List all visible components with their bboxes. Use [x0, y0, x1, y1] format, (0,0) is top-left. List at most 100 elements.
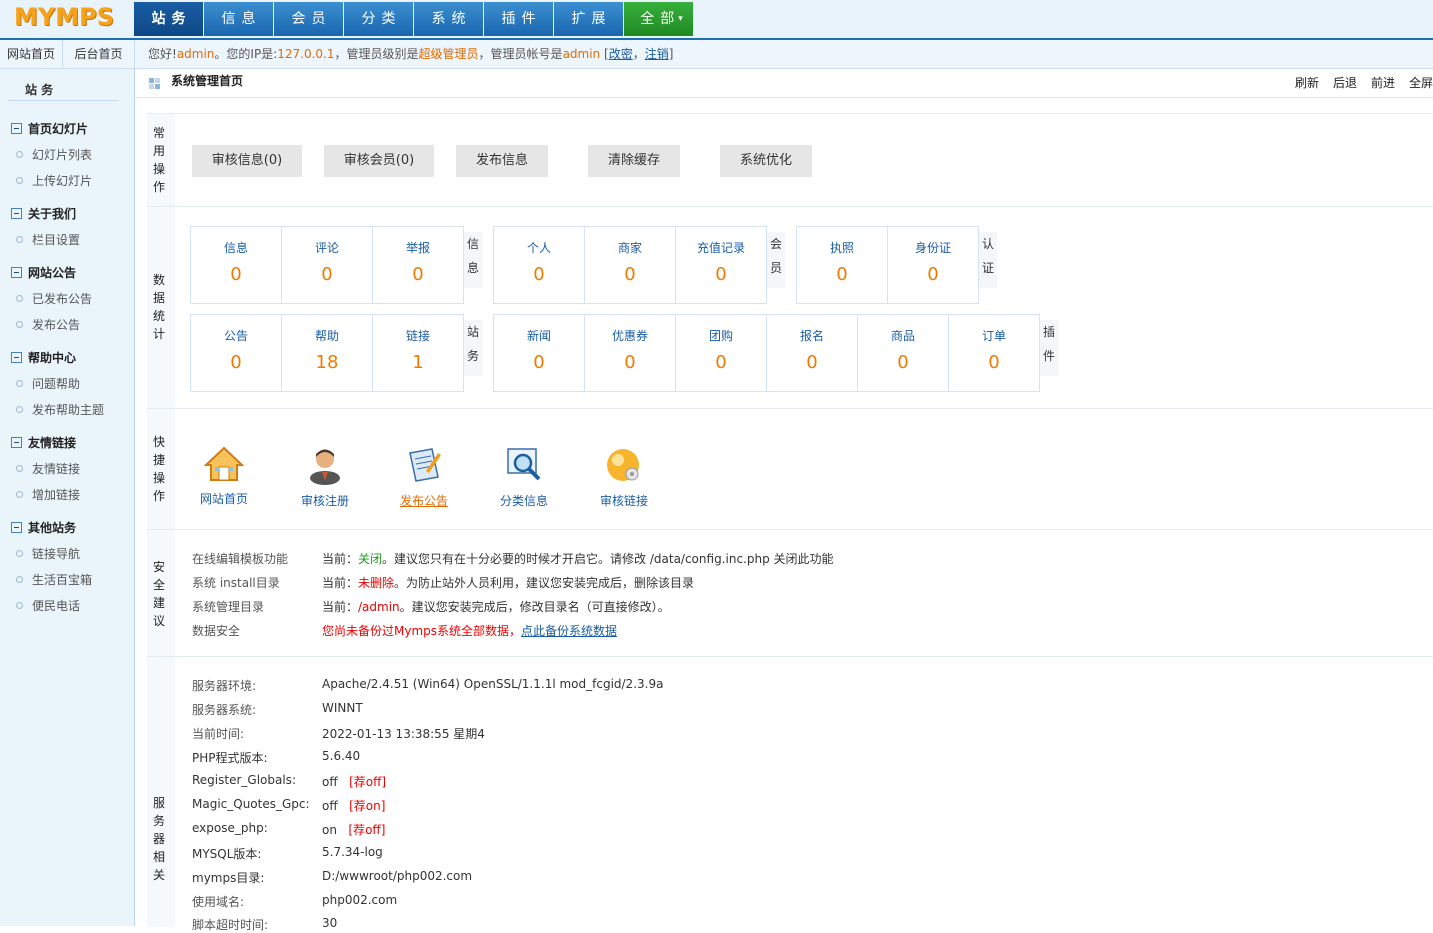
- common-ops-section: 常用操作 审核信息(0) 审核会员(0) 发布信息 清除缓存 系统优化: [147, 113, 1433, 207]
- section-label: 安全建议: [147, 530, 175, 657]
- sidebar-item-publish-help[interactable]: 发布帮助主题: [16, 401, 104, 418]
- publish-info-button[interactable]: 发布信息: [456, 145, 548, 177]
- back-button[interactable]: 后退: [1333, 76, 1357, 90]
- stat-cell[interactable]: 信息 0: [191, 227, 282, 303]
- sidebar-item-link-nav[interactable]: 链接导航: [16, 545, 80, 562]
- quick-category-info[interactable]: 分类信息: [484, 445, 564, 509]
- stat-cell[interactable]: 执照 0: [797, 227, 888, 303]
- stat-cell[interactable]: 商家 0: [585, 227, 676, 303]
- server-row-value: 5.6.40: [322, 749, 361, 763]
- stat-cell[interactable]: 团购 0: [676, 315, 767, 391]
- server-row-name: Magic_Quotes_Gpc:: [192, 797, 310, 811]
- server-row-value: php002.com: [322, 893, 398, 907]
- security-row-name: 系统 install目录: [192, 576, 280, 590]
- stat-cell[interactable]: 新闻 0: [494, 315, 585, 391]
- sidebar-item-friend-links[interactable]: 友情链接: [16, 460, 80, 477]
- stat-cell[interactable]: 帮助 18: [282, 315, 373, 391]
- quick-site-home[interactable]: 网站首页: [184, 445, 264, 507]
- sidebar-item-add-link[interactable]: 增加链接: [16, 486, 80, 503]
- collapse-icon: [11, 437, 22, 448]
- sidebar-item-life-toolbox[interactable]: 生活百宝箱: [16, 571, 92, 588]
- bullet-icon: [16, 602, 23, 609]
- optimize-system-button[interactable]: 系统优化: [720, 145, 812, 177]
- stat-group-info: 信息 0 评论 0 举报 0: [190, 226, 464, 304]
- security-row-value: 当前：/admin。建议您安装完成后，修改目录名（可直接修改）。: [322, 600, 670, 614]
- stat-cell[interactable]: 充值记录 0: [676, 227, 766, 303]
- bullet-icon: [16, 295, 23, 302]
- nav-tab-info[interactable]: 信息: [204, 2, 273, 36]
- sidebar-item-slide-list[interactable]: 幻灯片列表: [16, 146, 92, 163]
- stat-cell[interactable]: 评论 0: [282, 227, 373, 303]
- section-label: 常用操作: [147, 114, 175, 207]
- collapse-icon: [11, 522, 22, 533]
- sidebar-item-upload-slide[interactable]: 上传幻灯片: [16, 172, 92, 189]
- server-row-value: WINNT: [322, 701, 363, 715]
- page-header: 系统管理首页 刷新 后退 前进 全屏: [135, 69, 1433, 98]
- backup-link[interactable]: 点此备份系统数据: [521, 624, 617, 638]
- nav-tab-all[interactable]: 全部: [624, 2, 693, 36]
- collapse-icon: [11, 267, 22, 278]
- server-row-name: PHP程式版本:: [192, 751, 268, 765]
- sidebar-group-announcements[interactable]: 网站公告: [11, 264, 76, 281]
- logout-link[interactable]: 注销: [645, 47, 669, 61]
- section-label: 服务器相关: [147, 657, 175, 927]
- review-member-button[interactable]: 审核会员(0): [324, 145, 434, 177]
- forward-button[interactable]: 前进: [1371, 76, 1395, 90]
- site-home-link[interactable]: 网站首页: [0, 40, 63, 68]
- nav-tab-system[interactable]: 系统: [414, 2, 483, 36]
- quick-ops-label: 快捷操作: [153, 435, 166, 503]
- server-row-name: mymps目录:: [192, 871, 265, 885]
- publish-icon: [409, 448, 441, 482]
- sidebar-group-help[interactable]: 帮助中心: [11, 349, 76, 366]
- server-row-name: 当前时间:: [192, 727, 245, 741]
- sidebar-group-slides[interactable]: 首页幻灯片: [11, 120, 88, 137]
- bullet-icon: [16, 321, 23, 328]
- quick-publish-announcement[interactable]: 发布公告: [384, 445, 464, 509]
- stat-group-tag: 站务: [464, 320, 482, 376]
- bullet-icon: [16, 465, 23, 472]
- quick-review-register[interactable]: 审核注册: [285, 445, 365, 509]
- stat-cell[interactable]: 个人 0: [494, 227, 585, 303]
- stat-cell[interactable]: 优惠券 0: [585, 315, 676, 391]
- stat-cell[interactable]: 身份证 0: [888, 227, 978, 303]
- bullet-icon: [16, 576, 23, 583]
- common-ops-label: 常用操作: [153, 126, 166, 194]
- clear-cache-button[interactable]: 清除缓存: [588, 145, 680, 177]
- stat-cell[interactable]: 链接 1: [373, 315, 463, 391]
- nav-tab-extend[interactable]: 扩展: [554, 2, 623, 36]
- nav-tab-member[interactable]: 会员: [274, 2, 343, 36]
- sidebar-item-published-announcements[interactable]: 已发布公告: [16, 290, 92, 307]
- sidebar-item-column-settings[interactable]: 栏目设置: [16, 231, 80, 248]
- stat-group-plugin: 新闻 0 优惠券 0 团购 0 报名 0 商品 0 订单 0: [493, 314, 1040, 392]
- change-password-link[interactable]: 改密: [609, 47, 633, 61]
- security-row-value: 当前：关闭。建议您只有在十分必要的时候才开启它。请修改 /data/config…: [322, 552, 834, 566]
- refresh-button[interactable]: 刷新: [1295, 76, 1319, 90]
- sidebar-item-help-questions[interactable]: 问题帮助: [16, 375, 80, 392]
- stat-group-verify: 执照 0 身份证 0: [796, 226, 979, 304]
- nav-tab-plugin[interactable]: 插件: [484, 2, 553, 36]
- sidebar-group-other[interactable]: 其他站务: [11, 519, 76, 536]
- collapse-icon: [11, 123, 22, 134]
- stat-cell[interactable]: 报名 0: [767, 315, 858, 391]
- nav-tab-category[interactable]: 分类: [344, 2, 413, 36]
- review-info-button[interactable]: 审核信息(0): [192, 145, 302, 177]
- fullscreen-button[interactable]: 全屏: [1409, 76, 1433, 90]
- stat-group-tag: 会员: [767, 232, 785, 288]
- sidebar-item-phone[interactable]: 便民电话: [16, 597, 80, 614]
- quick-review-links[interactable]: 审核链接: [584, 445, 664, 509]
- stat-cell[interactable]: 商品 0: [858, 315, 949, 391]
- server-label: 服务器相关: [153, 796, 166, 882]
- sidebar-group-about[interactable]: 关于我们: [11, 205, 76, 222]
- sidebar-group-links[interactable]: 友情链接: [11, 434, 76, 451]
- nav-tab-zhanwu[interactable]: 站务: [134, 2, 203, 36]
- section-label: 数据统计: [147, 207, 175, 409]
- sidebar-item-publish-announcement[interactable]: 发布公告: [16, 316, 80, 333]
- server-row-value: 30: [322, 916, 338, 930]
- admin-home-link[interactable]: 后台首页: [63, 40, 135, 68]
- sidebar-title: 站 务: [8, 79, 118, 101]
- stat-cell[interactable]: 订单 0: [949, 315, 1039, 391]
- server-row-value: on [荐off]: [322, 823, 386, 837]
- bullet-icon: [16, 177, 23, 184]
- stat-cell[interactable]: 公告 0: [191, 315, 282, 391]
- stat-cell[interactable]: 举报 0: [373, 227, 463, 303]
